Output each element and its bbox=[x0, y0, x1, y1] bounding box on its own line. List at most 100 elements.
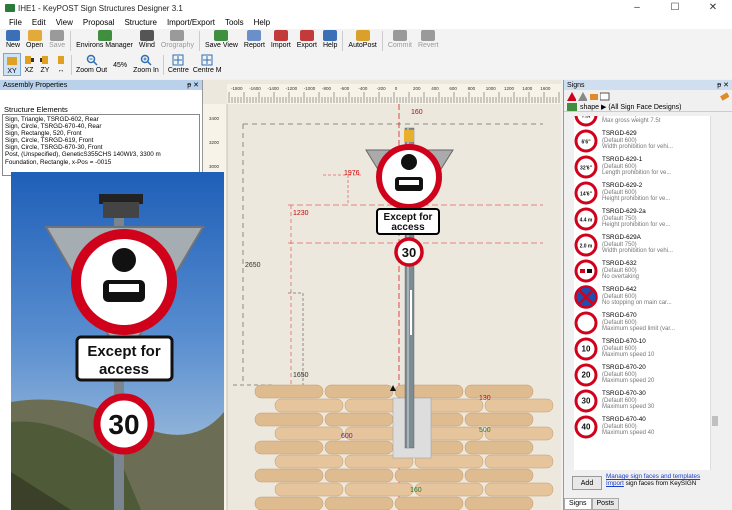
list-item[interactable]: 10 TSRGD-670-10 (Default 600) Maximum speed… bbox=[574, 336, 719, 362]
close-icon[interactable]: ✕ bbox=[193, 82, 199, 89]
list-view-icon[interactable] bbox=[599, 92, 611, 101]
triangle-filter-icon[interactable] bbox=[577, 91, 587, 101]
menu-import-export[interactable]: Import/Export bbox=[162, 18, 220, 27]
list-item[interactable]: Sign, Triangle, TSRGD-602, Rear bbox=[5, 116, 197, 123]
tag-icon[interactable] bbox=[589, 92, 598, 101]
toolbar-label: New bbox=[6, 42, 21, 49]
design-canvas[interactable]: -1800 -1600 -1400 -1200 -1000 -800 -600 -400 -20… bbox=[203, 80, 561, 510]
minimize-button[interactable]: – bbox=[618, 0, 656, 16]
view-flip-button[interactable]: ↔ bbox=[53, 53, 69, 74]
save-button[interactable]: Save bbox=[46, 29, 68, 49]
commit-button[interactable]: Commit bbox=[385, 29, 415, 49]
centre-button[interactable]: Centre bbox=[166, 53, 191, 74]
dim-label: 160 bbox=[410, 487, 422, 494]
new-button[interactable]: New bbox=[3, 29, 23, 49]
list-item[interactable]: Sign, Circle, TSRGD-619, Front bbox=[5, 137, 197, 144]
revert-button[interactable]: Revert bbox=[415, 29, 442, 49]
ruler-tick-label: 600 bbox=[449, 86, 457, 91]
list-item[interactable]: Sign, Rectangle, 520, Front bbox=[5, 130, 197, 137]
open-button[interactable]: Open bbox=[23, 29, 46, 49]
list-item[interactable]: TSRGD-632 (Default 600) No overtaking bbox=[574, 258, 719, 284]
list-item[interactable]: TSRGD-670 (Default 600) Maximum speed limi… bbox=[574, 310, 719, 336]
list-item[interactable]: Sign, Circle, TSRGD-670-30, Front bbox=[5, 144, 197, 151]
menu-help[interactable]: Help bbox=[249, 18, 275, 27]
menu-tools[interactable]: Tools bbox=[220, 18, 249, 27]
photo-plate-line2: access bbox=[99, 361, 149, 378]
toolbar-label: Environs Manager bbox=[76, 42, 133, 49]
menu-edit[interactable]: Edit bbox=[27, 18, 51, 27]
pin-icon[interactable]: ᵽ bbox=[717, 82, 721, 89]
list-item[interactable]: 30 TSRGD-670-30 (Default 600) Maximum speed… bbox=[574, 388, 719, 414]
maximize-button[interactable]: ☐ bbox=[656, 0, 694, 16]
list-item[interactable]: 32'6" TSRGD-629-1 (Default 600) Length proh… bbox=[574, 154, 719, 180]
menu-structure[interactable]: Structure bbox=[119, 18, 161, 27]
autopost-button[interactable]: AutoPost bbox=[345, 29, 379, 49]
close-button[interactable]: ✕ bbox=[694, 0, 732, 16]
svg-text:4.4 m: 4.4 m bbox=[580, 218, 593, 224]
list-item[interactable]: TSRGD-642 (Default 600) No stopping on mai… bbox=[574, 284, 719, 310]
dim-label: 600 bbox=[341, 433, 353, 440]
environs-manager-button[interactable]: Environs Manager bbox=[73, 29, 136, 49]
structure-elements-list[interactable]: Sign, Triangle, TSRGD-602, Rear Sign, Ci… bbox=[2, 114, 200, 176]
view-xz-button[interactable]: XZ bbox=[21, 53, 37, 74]
list-item[interactable]: 2.0 m TSRGD-629A (Default 750) Width prohib… bbox=[574, 232, 719, 258]
list-item[interactable]: 14'6" TSRGD-629-2 (Default 600) Height proh… bbox=[574, 180, 719, 206]
menu-view[interactable]: View bbox=[51, 18, 78, 27]
commit-icon bbox=[392, 30, 407, 41]
help-button[interactable]: Help bbox=[320, 29, 340, 49]
zoom-out-button[interactable]: Zoom Out bbox=[74, 53, 109, 74]
view-zy-button[interactable]: ZY bbox=[37, 53, 53, 74]
list-item[interactable]: Sign, Circle, TSRGD-670-40, Rear bbox=[5, 123, 197, 130]
photo-speed-text: 30 bbox=[108, 409, 139, 440]
sign-face-list[interactable]: 7.5tTSRGD-626-275(Default 600)Max gross … bbox=[574, 116, 719, 500]
svg-text:30: 30 bbox=[582, 397, 591, 406]
ruler-tick-label: 1000 bbox=[486, 86, 497, 91]
list-item[interactable]: Foundation, Rectangle, x-Pos = -0015 bbox=[5, 159, 197, 166]
list-item[interactable]: 20 TSRGD-670-20 (Default 600) Maximum speed… bbox=[574, 362, 719, 388]
list-item[interactable]: 7.5tTSRGD-626-275(Default 600)Max gross … bbox=[574, 116, 719, 128]
breadcrumb-text[interactable]: shape ▶ (All Sign Face Designs) bbox=[580, 103, 681, 111]
sign-thumbnail-icon: 2.0 m bbox=[574, 233, 598, 257]
export-icon bbox=[299, 30, 314, 41]
menu-file[interactable]: File bbox=[4, 18, 27, 27]
import-link[interactable]: Import bbox=[606, 480, 624, 487]
save-icon bbox=[50, 30, 65, 41]
dim-label: 2650 bbox=[245, 262, 261, 269]
svg-text:6'6": 6'6" bbox=[581, 140, 591, 146]
speed-30-text: 30 bbox=[402, 245, 416, 260]
import-button[interactable]: Import bbox=[268, 29, 294, 49]
export-button[interactable]: Export bbox=[294, 29, 320, 49]
ruler-tick-label: -1200 bbox=[286, 86, 298, 91]
tab-signs[interactable]: Signs bbox=[564, 498, 592, 510]
dim-label: 500 bbox=[479, 427, 491, 434]
view-xy-button[interactable]: XY bbox=[3, 53, 21, 76]
warning-icon[interactable] bbox=[567, 91, 576, 101]
scrollbar-thumb[interactable] bbox=[712, 416, 718, 426]
toolbar-label: Commit bbox=[387, 42, 412, 49]
ruler-tick-label: -1000 bbox=[304, 86, 316, 91]
report-button[interactable]: Report bbox=[241, 29, 268, 49]
tab-posts[interactable]: Posts bbox=[591, 498, 620, 510]
list-item[interactable]: 6'6" TSRGD-629 (Default 600) Width prohibit… bbox=[574, 128, 719, 154]
sign-description: Width prohibition for vehi... bbox=[602, 144, 674, 151]
wind-button[interactable]: Wind bbox=[136, 29, 158, 49]
tree-view-icon[interactable] bbox=[567, 102, 577, 111]
centre-m-button[interactable]: Centre M bbox=[191, 53, 224, 74]
dim-label: 1230 bbox=[293, 210, 309, 217]
scrollbar[interactable] bbox=[710, 116, 719, 500]
menu-proposal[interactable]: Proposal bbox=[78, 18, 120, 27]
toolbar-label: AutoPost bbox=[348, 42, 377, 49]
clear-filter-icon[interactable] bbox=[720, 91, 729, 101]
orography-button[interactable]: Orography bbox=[158, 29, 197, 49]
toolbar-label: Wind bbox=[138, 42, 155, 49]
close-icon[interactable]: ✕ bbox=[723, 82, 729, 89]
manage-sign-faces-link[interactable]: Manage sign faces and templates bbox=[606, 473, 700, 480]
list-item[interactable]: Post, (Unspecified), GeneticS355CHS 140W… bbox=[5, 151, 197, 158]
list-item[interactable]: 4.4 m TSRGD-629-2a (Default 750) Height pro… bbox=[574, 206, 719, 232]
list-item[interactable]: 40 TSRGD-670-40 (Default 600) Maximum speed… bbox=[574, 414, 719, 440]
add-button[interactable]: Add bbox=[572, 476, 602, 490]
zoom-in-button[interactable]: Zoom In bbox=[131, 53, 161, 74]
save-view-button[interactable]: Save View bbox=[202, 29, 241, 49]
pin-icon[interactable]: ᵽ bbox=[187, 82, 191, 89]
sign-description: Height prohibition for ve... bbox=[602, 222, 671, 229]
